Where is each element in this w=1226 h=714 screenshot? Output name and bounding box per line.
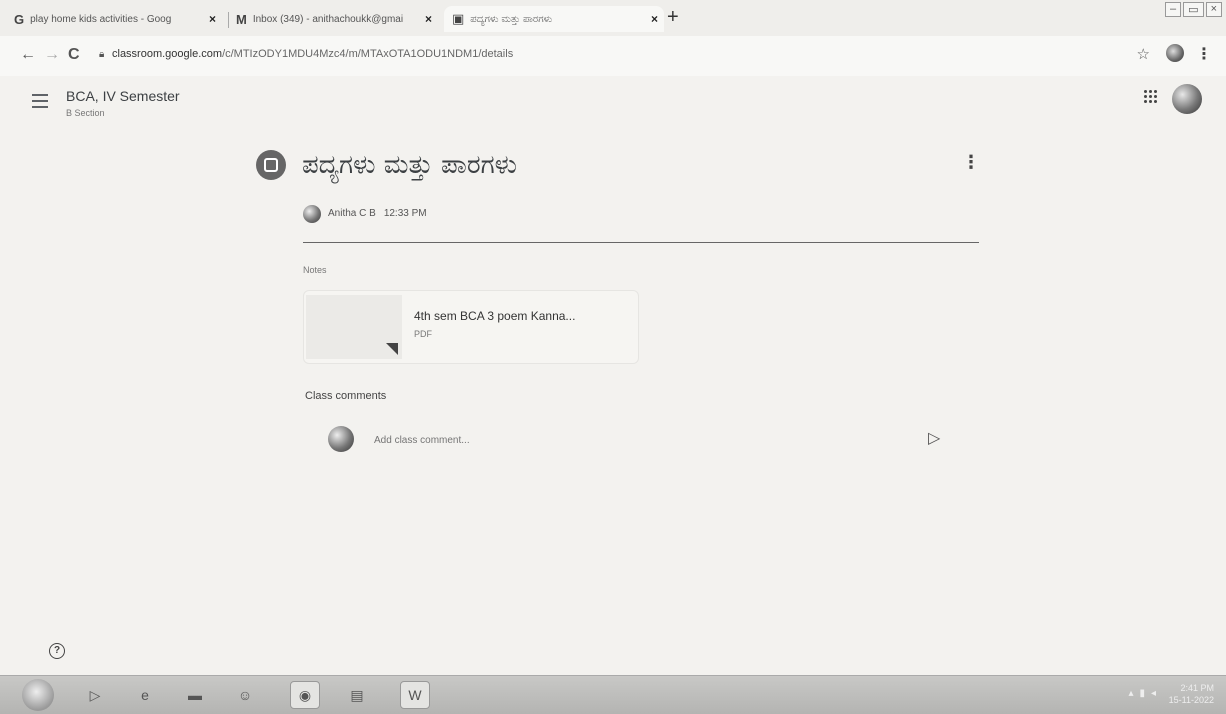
google-apps-icon[interactable] [1144, 90, 1158, 104]
new-tab-button[interactable]: + [667, 6, 679, 29]
clock[interactable]: 2:41 PM 15-11-2022 [1169, 682, 1214, 706]
notes-label: Notes [303, 265, 327, 275]
url-field[interactable]: classroom.google.com/c/MTIzODY1MDU4Mzc4/… [112, 48, 513, 60]
taskbar: ▷ e ▬ ☺ ◉ ▤ W ▴▮◂ 2:41 PM 15-11-2022 [0, 675, 1226, 714]
media-player-icon[interactable]: ▷ [84, 684, 106, 706]
author-avatar [303, 205, 321, 223]
comment-input[interactable] [372, 430, 916, 450]
reload-icon[interactable]: C [68, 46, 80, 64]
system-tray-icons[interactable]: ▴▮◂ [1128, 688, 1162, 699]
tab-separator [228, 12, 229, 28]
google-icon: G [14, 11, 25, 27]
classroom-icon: ▣ [452, 11, 465, 26]
browser-menu-icon[interactable]: ⋮ [1196, 44, 1212, 64]
divider [303, 242, 979, 243]
hamburger-menu-icon[interactable] [32, 94, 48, 112]
users-icon[interactable]: ☺ [234, 684, 256, 706]
back-icon[interactable]: ← [20, 46, 36, 64]
profile-avatar-icon[interactable] [1166, 44, 1184, 62]
tab-title: play home kids activities - Goog [30, 13, 172, 25]
start-button[interactable] [22, 679, 54, 711]
page-fold-icon [386, 343, 398, 355]
close-icon[interactable]: × [209, 12, 216, 26]
clock-time: 2:41 PM [1180, 683, 1214, 693]
chrome-taskbar-icon[interactable]: ◉ [290, 681, 320, 709]
post-time: 12:33 PM [383, 208, 427, 219]
forward-icon[interactable]: → [44, 46, 60, 64]
gmail-icon: M [236, 11, 247, 27]
class-comments-label: Class comments [305, 390, 387, 402]
post-title: ಪದ್ಯಗಳು ಮತ್ತು ಪಾರಗಳು [302, 150, 518, 180]
maximize-button[interactable]: ▭ [1183, 2, 1204, 17]
address-bar-row: ← → C 🔒︎ classroom.google.com/c/MTIzODY1… [0, 36, 1226, 76]
tab-gmail-inbox[interactable]: M Inbox (349) - anithachoukk@gmai × [236, 6, 438, 32]
help-icon[interactable]: ? [49, 643, 65, 659]
classroom-header: BCA, IV Semester B Section [0, 76, 1226, 132]
window-controls: ‒ ▭ × [1165, 2, 1222, 17]
clock-date: 15-11-2022 [1168, 695, 1214, 705]
send-icon[interactable]: ▷ [928, 428, 940, 448]
course-section: B Section [66, 108, 105, 118]
attachment-thumbnail [306, 295, 402, 359]
commenter-avatar [328, 426, 354, 452]
tab-google-search[interactable]: G play home kids activities - Goog × [14, 6, 222, 32]
tab-title: ಪದ್ಯಗಳು ಮತ್ತು ಪಾರಗಳು [470, 13, 553, 25]
close-icon[interactable]: × [425, 12, 432, 26]
attachment-name: 4th sem BCA 3 poem Kanna... [414, 309, 576, 323]
attachment-card[interactable]: 4th sem BCA 3 poem Kanna... PDF [303, 290, 639, 364]
lock-icon: 🔒︎ [99, 49, 105, 60]
minimize-button[interactable]: ‒ [1165, 2, 1182, 17]
close-icon[interactable]: × [651, 12, 658, 26]
attachment-type: PDF [414, 329, 432, 339]
internet-explorer-icon[interactable]: e [134, 684, 156, 706]
post-meta: Anitha C B 12:33 PM [328, 208, 427, 219]
tab-strip: G play home kids activities - Goog × M I… [0, 0, 1226, 36]
account-avatar[interactable] [1172, 84, 1202, 114]
course-title[interactable]: BCA, IV Semester [66, 88, 180, 104]
url-host: classroom.google.com [112, 48, 223, 60]
close-window-button[interactable]: × [1205, 2, 1222, 17]
folder-icon[interactable]: ▬ [184, 684, 206, 706]
document-icon[interactable]: ▤ [346, 684, 368, 706]
url-path: /c/MTIzODY1MDU4Mzc4/m/MTAxOTA1ODU1NDM1/d… [222, 48, 514, 60]
author-name: Anitha C B [328, 208, 376, 219]
word-icon[interactable]: W [400, 681, 430, 709]
post-options-icon[interactable]: ⋮ [962, 152, 980, 173]
tab-title: Inbox (349) - anithachoukk@gmai [252, 13, 404, 25]
material-icon [256, 150, 286, 180]
tab-classroom[interactable]: ▣ ಪದ್ಯಗಳು ಮತ್ತು ಪಾರಗಳು × [444, 6, 664, 32]
bookmark-star-icon[interactable]: ☆ [1137, 45, 1150, 63]
